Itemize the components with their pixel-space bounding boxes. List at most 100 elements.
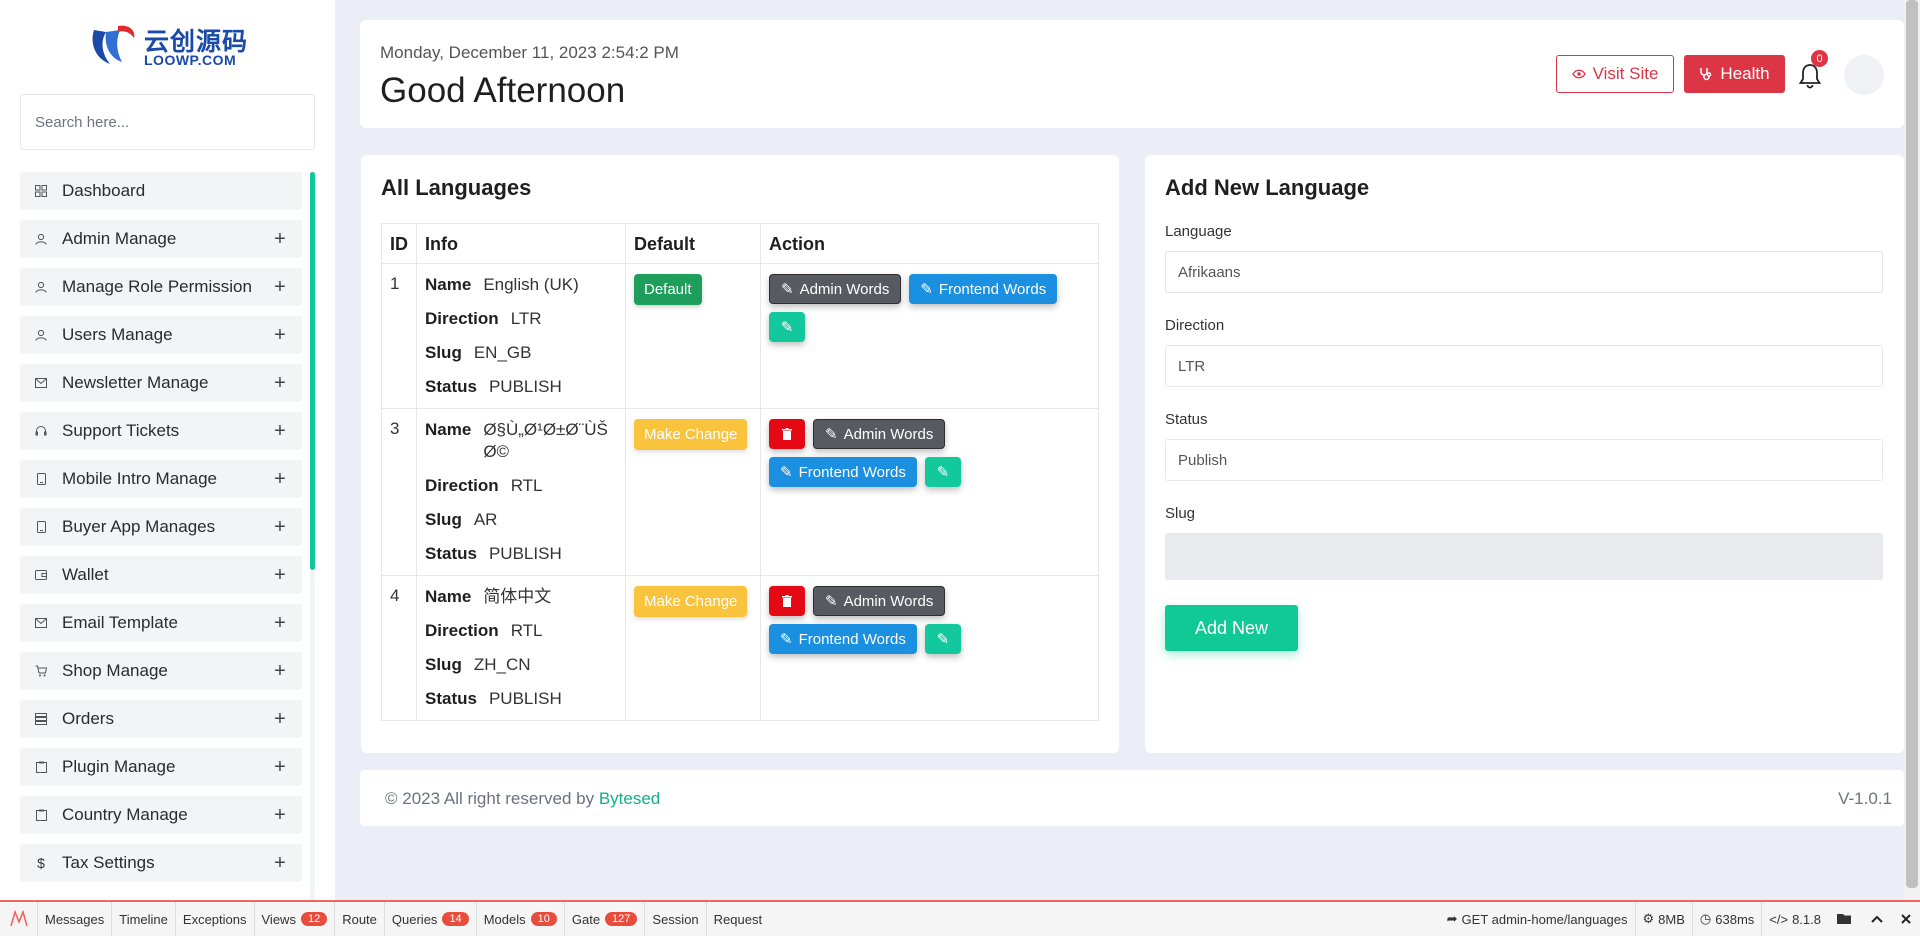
debug-tab-label: Queries <box>391 911 438 927</box>
health-button[interactable]: Health <box>1684 55 1785 93</box>
direction-label: Direction <box>425 476 499 495</box>
name-label: Name <box>425 275 472 294</box>
frontend-words-button[interactable]: ✎ Frontend Words <box>909 274 1058 304</box>
column-header-id: ID <box>381 223 417 264</box>
sidebar-item-manage-role-permission[interactable]: Manage Role Permission + <box>20 268 302 306</box>
sidebar-item-buyer-app-manages[interactable]: Buyer App Manages + <box>20 508 302 546</box>
name-label: Name <box>425 587 472 606</box>
language-select[interactable] <box>1165 251 1883 293</box>
expand-plus-icon[interactable]: + <box>272 324 288 347</box>
add-new-button[interactable]: Add New <box>1165 605 1298 651</box>
edit-button[interactable]: ✎ <box>924 624 961 654</box>
expand-plus-icon[interactable]: + <box>272 276 288 299</box>
expand-plus-icon[interactable]: + <box>272 612 288 635</box>
edit-button[interactable]: ✎ <box>924 457 961 487</box>
visit-site-button[interactable]: Visit Site <box>1556 55 1674 93</box>
expand-plus-icon[interactable]: + <box>272 468 288 491</box>
greeting-title: Good Afternoon <box>380 71 626 110</box>
debug-tab-gate[interactable]: Gate 127 <box>565 902 646 936</box>
pencil-icon: ✎ <box>780 631 793 648</box>
debug-tab-request[interactable]: Request <box>707 902 769 936</box>
language-name: Ø§Ù„Ø¹Ø±Ø¨ÙŠØ© <box>483 420 608 461</box>
sidebar-item-label: Mobile Intro Manage <box>62 469 217 488</box>
close-icon[interactable] <box>1892 902 1920 936</box>
expand-plus-icon[interactable]: + <box>272 708 288 731</box>
table-row: 1 Name English (UK) Direction LTR Slug EN_G… <box>381 263 1099 409</box>
make-change-button[interactable]: Make Change <box>634 419 748 450</box>
slug-input[interactable] <box>1165 533 1883 580</box>
admin-words-button[interactable]: ✎ Admin Words <box>769 274 902 304</box>
default-badge[interactable]: Default <box>634 274 702 305</box>
sidebar-item-newsletter-manage[interactable]: Newsletter Manage + <box>20 364 302 402</box>
sidebar-search-input[interactable] <box>20 94 315 150</box>
sidebar-item-country-manage[interactable]: Country Manage + <box>20 796 302 834</box>
expand-plus-icon[interactable]: + <box>272 660 288 683</box>
expand-plus-icon[interactable]: + <box>272 564 288 587</box>
sidebar-item-tax-settings[interactable]: $ Tax Settings + <box>20 844 302 882</box>
status-select[interactable] <box>1165 439 1883 481</box>
frontend-words-button[interactable]: ✎ Frontend Words <box>769 624 917 654</box>
expand-plus-icon[interactable]: + <box>272 756 288 779</box>
folder-open-icon[interactable] <box>1828 902 1862 936</box>
name-label: Name <box>425 420 472 439</box>
copyright-text: © 2023 All right reserved by Bytesed <box>385 789 660 809</box>
admin-words-button[interactable]: ✎ Admin Words <box>813 419 946 449</box>
debug-tab-timeline[interactable]: Timeline <box>112 902 176 936</box>
sidebar-item-plugin-manage[interactable]: Plugin Manage + <box>20 748 302 786</box>
debug-count-badge: 14 <box>442 912 469 926</box>
sidebar-item-label: Orders <box>62 709 114 728</box>
debug-tab-label: Exceptions <box>182 911 247 927</box>
expand-plus-icon[interactable]: + <box>272 420 288 443</box>
sidebar-item-label: Manage Role Permission <box>62 277 252 296</box>
delete-button[interactable] <box>769 419 805 449</box>
brand-logo[interactable]: 云创源码 LOOWP.COM <box>88 20 248 70</box>
user-avatar[interactable] <box>1844 55 1884 95</box>
direction-select[interactable] <box>1165 345 1883 387</box>
language-direction: RTL <box>510 621 543 640</box>
sidebar-item-email-template[interactable]: Email Template + <box>20 604 302 642</box>
debug-tab-exceptions[interactable]: Exceptions <box>176 902 255 936</box>
debug-tab-messages[interactable]: Messages <box>38 902 113 936</box>
page-scrollbar-thumb[interactable] <box>1906 0 1918 888</box>
sidebar-item-wallet[interactable]: Wallet + <box>20 556 302 594</box>
debug-tab-label: Route <box>342 911 377 927</box>
chevron-up-icon[interactable] <box>1862 902 1892 936</box>
debug-tab-models[interactable]: Models 10 <box>477 902 565 936</box>
logo-mark-icon <box>92 25 135 64</box>
sidebar-item-mobile-intro-manage[interactable]: Mobile Intro Manage + <box>20 460 302 498</box>
column-header-action: Action <box>760 223 1099 264</box>
row-id: 4 <box>381 575 417 721</box>
company-link[interactable]: Bytesed <box>599 789 660 808</box>
sidebar-scrollbar-thumb[interactable] <box>310 172 315 570</box>
edit-button[interactable]: ✎ <box>769 312 805 342</box>
debug-tab-route[interactable]: Route <box>335 902 385 936</box>
delete-button[interactable] <box>769 586 805 616</box>
sidebar-item-orders[interactable]: Orders + <box>20 700 302 738</box>
table-row: 3 Name Ø§Ù„Ø¹Ø±Ø¨ÙŠØ© Direction RTL Slug AR… <box>381 408 1099 576</box>
frontend-words-button[interactable]: ✎ Frontend Words <box>769 457 917 487</box>
sidebar-item-support-tickets[interactable]: Support Tickets + <box>20 412 302 450</box>
row-info: Name English (UK) Direction LTR Slug EN_GB … <box>416 263 626 409</box>
all-languages-title: All Languages <box>381 175 532 200</box>
pencil-icon: ✎ <box>825 593 838 610</box>
expand-plus-icon[interactable]: + <box>272 852 288 875</box>
sidebar-item-admin-manage[interactable]: Admin Manage + <box>20 220 302 258</box>
dollar-icon: $ <box>37 855 45 871</box>
make-change-button[interactable]: Make Change <box>634 586 748 617</box>
sidebar-item-dashboard[interactable]: Dashboard <box>20 172 302 210</box>
debug-tab-views[interactable]: Views 12 <box>255 902 336 936</box>
share-icon: ➦ <box>1446 911 1458 926</box>
notification-count-badge: 0 <box>1811 50 1828 67</box>
debugbar-logo-icon[interactable] <box>0 902 38 936</box>
sidebar-item-shop-manage[interactable]: Shop Manage + <box>20 652 302 690</box>
expand-plus-icon[interactable]: + <box>272 804 288 827</box>
expand-plus-icon[interactable]: + <box>272 516 288 539</box>
debug-tab-session[interactable]: Session <box>645 902 707 936</box>
mobile-icon <box>34 472 48 486</box>
language-direction: LTR <box>510 309 542 328</box>
debug-tab-queries[interactable]: Queries 14 <box>385 902 477 936</box>
admin-words-button[interactable]: ✎ Admin Words <box>813 586 946 616</box>
sidebar-item-users-manage[interactable]: Users Manage + <box>20 316 302 354</box>
expand-plus-icon[interactable]: + <box>272 228 288 251</box>
expand-plus-icon[interactable]: + <box>272 372 288 395</box>
